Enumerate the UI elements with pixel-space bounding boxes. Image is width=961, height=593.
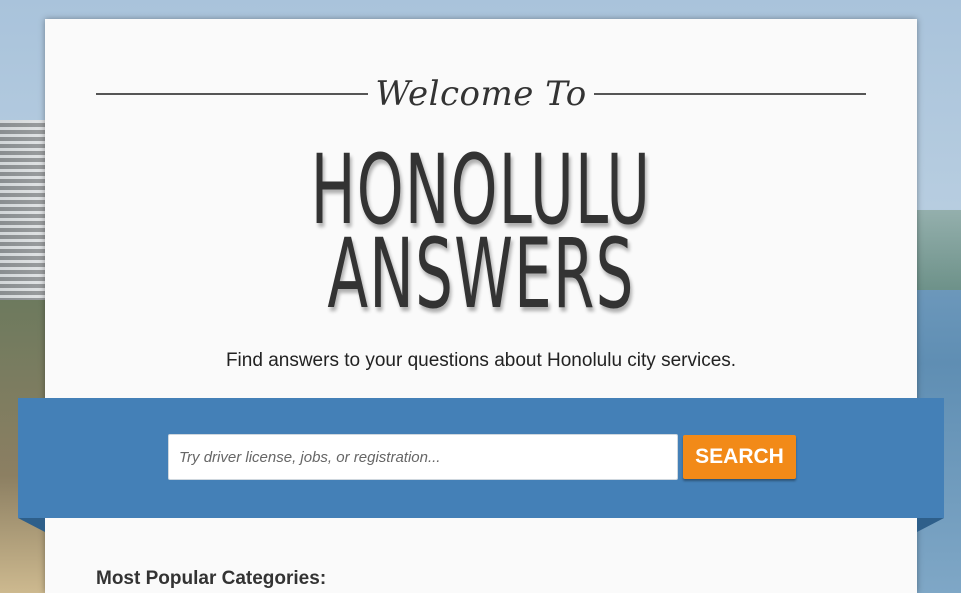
search-input[interactable] xyxy=(168,434,678,480)
right-divider xyxy=(593,93,866,95)
ribbon-fold-left xyxy=(18,518,45,532)
background-coast-image xyxy=(911,210,961,290)
ribbon-fold-right xyxy=(917,518,944,532)
popular-categories-heading: Most Popular Categories: xyxy=(96,568,327,589)
welcome-text: Welcome To xyxy=(375,74,587,114)
page-title-line2: ANSWERS xyxy=(327,218,635,330)
search-button[interactable]: SEARCH xyxy=(683,435,796,479)
left-divider xyxy=(96,93,368,95)
tagline: Find answers to your questions about Hon… xyxy=(225,350,737,371)
welcome-row: Welcome To xyxy=(96,69,866,119)
